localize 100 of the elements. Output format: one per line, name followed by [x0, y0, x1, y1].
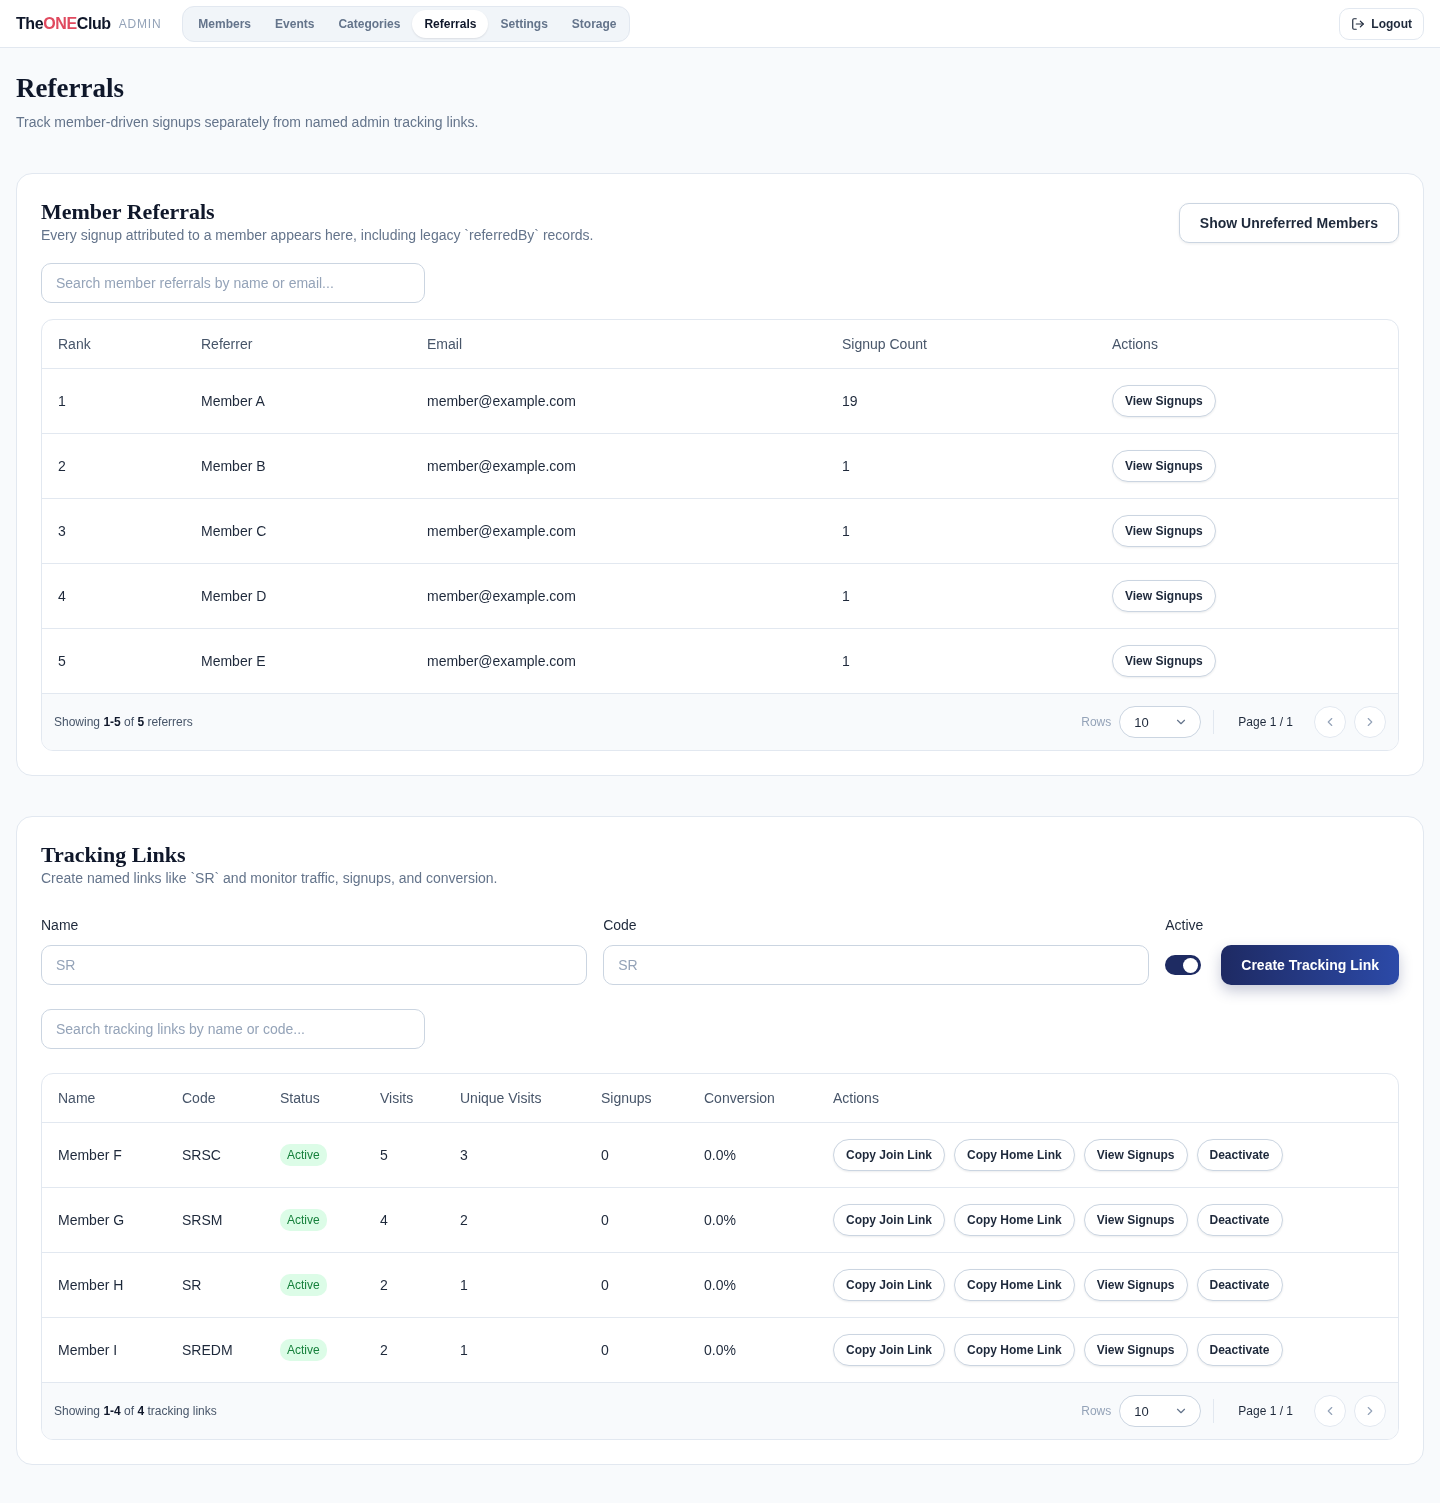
- table-cell-text: 19: [842, 393, 859, 409]
- show-unreferred-button[interactable]: Show Unreferred Members: [1178, 203, 1399, 243]
- column-header: Actions: [1112, 336, 1159, 352]
- row-action-button[interactable]: View Signups: [1083, 1139, 1188, 1171]
- status-badge: Active: [280, 1339, 327, 1361]
- row-action-button[interactable]: Deactivate: [1196, 1139, 1283, 1171]
- next-page-button[interactable]: [1354, 1395, 1386, 1427]
- table-cell-text: 0.0%: [704, 1147, 737, 1163]
- section-description: Every signup attributed to a member appears here, including legacy `referredBy` records.: [41, 226, 594, 244]
- status-badge: Active: [280, 1144, 327, 1166]
- view-signups-button[interactable]: View Signups: [1112, 515, 1216, 547]
- table-cell-text: SRSC: [182, 1147, 222, 1163]
- table-cell-text: 0.0%: [704, 1342, 737, 1358]
- row-action-button[interactable]: Copy Home Link: [954, 1139, 1075, 1171]
- table-cell-text: Member G: [58, 1212, 126, 1228]
- logout-button[interactable]: Logout: [1339, 7, 1424, 40]
- view-signups-button[interactable]: View Signups: [1112, 645, 1216, 677]
- rows-per-page-select[interactable]: 10: [1119, 706, 1202, 738]
- page-indicator: Page 1 / 1: [1238, 1404, 1293, 1418]
- previous-page-button[interactable]: [1314, 706, 1346, 738]
- rows-label: Rows: [1081, 1404, 1112, 1418]
- text-field[interactable]: SR: [41, 945, 588, 985]
- table-cell-text: 2: [380, 1277, 389, 1293]
- field-label: Name: [41, 916, 80, 935]
- row-action-button[interactable]: View Signups: [1083, 1204, 1188, 1236]
- column-header: Conversion: [704, 1090, 776, 1106]
- row-action-button[interactable]: Copy Join Link: [833, 1139, 945, 1171]
- table-cell-text: Member A: [201, 393, 266, 409]
- row-action-button[interactable]: View Signups: [1083, 1269, 1188, 1301]
- row-action-button[interactable]: Copy Join Link: [833, 1269, 945, 1301]
- table-cell-text: Member B: [201, 458, 267, 474]
- table-cell-text: 1: [842, 523, 851, 539]
- table-cell-text: 1: [460, 1277, 469, 1293]
- table-cell-text: SR: [182, 1277, 203, 1293]
- row-action-button[interactable]: Deactivate: [1196, 1204, 1283, 1236]
- logo-text: TheONEClub: [16, 14, 111, 33]
- previous-page-button[interactable]: [1314, 1395, 1346, 1427]
- create-tracking-link-button[interactable]: Create Tracking Link: [1221, 945, 1399, 985]
- nav-tab[interactable]: Storage: [559, 9, 629, 38]
- table-cell-text: member@example.com: [427, 653, 577, 669]
- table-cell-text: member@example.com: [427, 393, 577, 409]
- row-action-button[interactable]: Copy Home Link: [954, 1204, 1075, 1236]
- pagination-summary: Showing 1-4 of 4 tracking links: [54, 1404, 217, 1418]
- row-action-button[interactable]: Copy Join Link: [833, 1204, 945, 1236]
- nav-tab[interactable]: Members: [186, 9, 264, 38]
- column-header: Unique Visits: [460, 1090, 543, 1106]
- rows-label: Rows: [1081, 715, 1112, 729]
- rows-per-page-select[interactable]: 10: [1119, 1395, 1202, 1427]
- table-cell-text: 5: [58, 653, 67, 669]
- table-cell-text: Member C: [201, 523, 268, 539]
- row-action-button[interactable]: Deactivate: [1196, 1269, 1283, 1301]
- nav-tab[interactable]: Events: [263, 9, 327, 38]
- table-cell-text: 4: [58, 588, 67, 604]
- row-action-button[interactable]: Deactivate: [1196, 1334, 1283, 1366]
- search-field[interactable]: Search member referrals by name or email...: [41, 263, 425, 303]
- table-cell-text: SREDM: [182, 1342, 234, 1358]
- search-field[interactable]: Search tracking links by name or code...: [41, 1009, 425, 1049]
- table-cell-text: 1: [58, 393, 67, 409]
- next-page-button[interactable]: [1354, 706, 1386, 738]
- field-label: Active: [1165, 916, 1205, 935]
- column-header: Signups: [601, 1090, 653, 1106]
- table-cell-text: 0: [601, 1342, 610, 1358]
- column-header: Name: [58, 1090, 97, 1106]
- text-field[interactable]: SR: [603, 945, 1150, 985]
- section-title: Member Referrals: [41, 198, 216, 226]
- table-cell-text: 1: [460, 1342, 469, 1358]
- table-cell-text: 2: [58, 458, 67, 474]
- column-header: Email: [427, 336, 463, 352]
- table-cell-text: 0: [601, 1212, 610, 1228]
- view-signups-button[interactable]: View Signups: [1112, 450, 1216, 482]
- column-header: Status: [280, 1090, 321, 1106]
- nav-tab[interactable]: Referrals: [412, 9, 489, 38]
- page-indicator: Page 1 / 1: [1238, 715, 1293, 729]
- pagination-summary: Showing 1-5 of 5 referrers: [54, 715, 193, 729]
- admin-label: ADMIN: [118, 16, 162, 31]
- row-action-button[interactable]: Copy Home Link: [954, 1269, 1075, 1301]
- active-toggle[interactable]: [1165, 955, 1202, 975]
- status-badge: Active: [280, 1274, 327, 1296]
- table-cell-text: member@example.com: [427, 588, 577, 604]
- table-cell-text: member@example.com: [427, 523, 577, 539]
- table-cell-text: 1: [842, 653, 851, 669]
- column-header: Code: [182, 1090, 217, 1106]
- row-action-button[interactable]: View Signups: [1083, 1334, 1188, 1366]
- logout-icon: [1351, 16, 1366, 31]
- column-header: Referrer: [201, 336, 254, 352]
- row-action-button[interactable]: Copy Home Link: [954, 1334, 1075, 1366]
- page-description: Track member-driven signups separately from named admin tracking links.: [16, 113, 480, 132]
- nav-tab[interactable]: Settings: [488, 9, 560, 38]
- table-cell-text: SRSM: [182, 1212, 224, 1228]
- view-signups-button[interactable]: View Signups: [1112, 385, 1216, 417]
- column-header: Actions: [833, 1090, 880, 1106]
- table-cell-text: Member D: [201, 588, 268, 604]
- view-signups-button[interactable]: View Signups: [1112, 580, 1216, 612]
- table-cell-text: 4: [380, 1212, 389, 1228]
- nav-tab[interactable]: Categories: [326, 9, 413, 38]
- table-cell-text: Member E: [201, 653, 267, 669]
- table-cell-text: 3: [58, 523, 67, 539]
- table-cell-text: Member H: [58, 1277, 125, 1293]
- row-action-button[interactable]: Copy Join Link: [833, 1334, 945, 1366]
- column-header: Signup Count: [842, 336, 928, 352]
